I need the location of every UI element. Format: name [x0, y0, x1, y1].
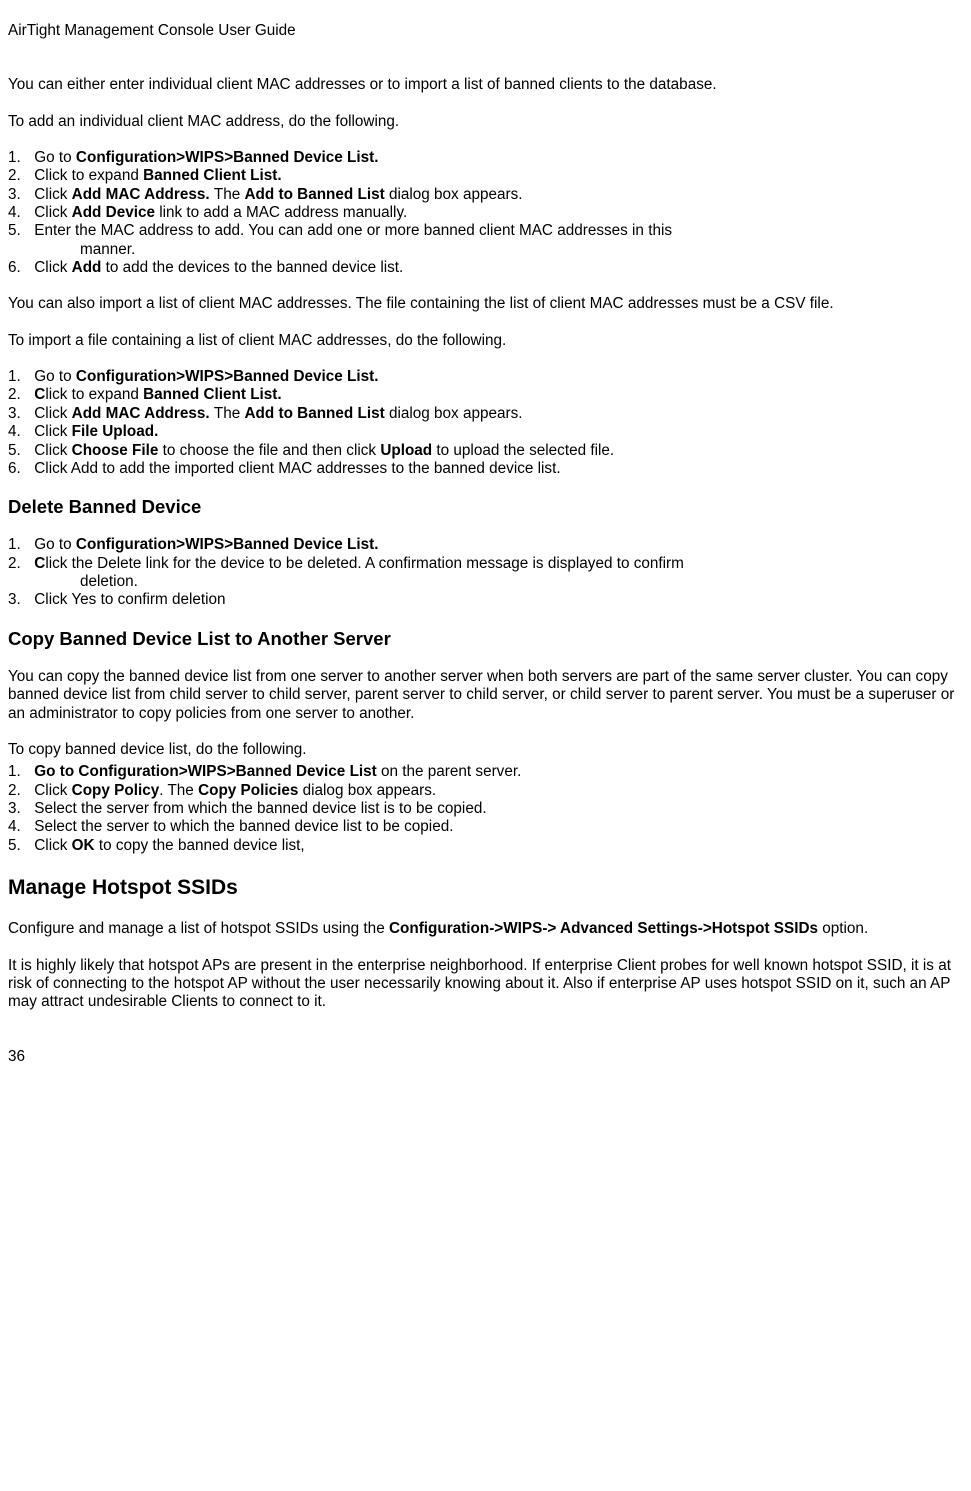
- bold-text: Copy Policy: [72, 782, 160, 799]
- bold-text: Configuration>WIPS>Banned Device List.: [76, 368, 379, 385]
- list-item: 1. Go to Configuration>WIPS>Banned Devic…: [8, 368, 963, 386]
- text: manner.: [44, 241, 963, 259]
- heading-copy-banned-device-list: Copy Banned Device List to Another Serve…: [8, 628, 963, 650]
- bold-text: Add MAC Address.: [72, 186, 214, 203]
- text: Go to: [34, 149, 76, 166]
- text: Click: [34, 204, 71, 221]
- paragraph: Configure and manage a list of hotspot S…: [8, 920, 963, 938]
- bold-text: Add to Banned List: [244, 186, 388, 203]
- bold-text: Configuration>WIPS>Banned Device List.: [76, 149, 379, 166]
- list-item: 5. Click Choose File to choose the file …: [8, 442, 963, 460]
- list-item: 2. Click to expand Banned Client List.: [8, 167, 963, 185]
- list-item: 1. Go to Configuration>WIPS>Banned Devic…: [8, 536, 963, 554]
- bold-text: File Upload.: [72, 423, 159, 440]
- text: dialog box appears.: [303, 782, 437, 799]
- bold-text: C: [34, 555, 45, 572]
- list-item: 1. Go to Configuration>WIPS>Banned Devic…: [8, 149, 963, 167]
- list-item: 4. Select the server to which the banned…: [8, 818, 963, 836]
- paragraph: You can also import a list of client MAC…: [8, 295, 963, 313]
- bold-text: Upload: [380, 442, 436, 459]
- bold-text: OK: [72, 837, 99, 854]
- text: Click Yes to confirm deletion: [34, 591, 225, 608]
- ordered-list: 1. Go to Configuration>WIPS>Banned Devic…: [8, 149, 963, 277]
- list-item: 4. Click Add Device link to add a MAC ad…: [8, 204, 963, 222]
- text: to copy the banned device list,: [99, 837, 305, 854]
- list-item: 3. Click Add MAC Address. The Add to Ban…: [8, 186, 963, 204]
- paragraph: To copy banned device list, do the follo…: [8, 741, 963, 759]
- text: Select the server from which the banned …: [34, 800, 486, 817]
- text: to choose the file and then click: [163, 442, 381, 459]
- text: dialog box appears.: [389, 405, 523, 422]
- bold-text: Add Device: [72, 204, 160, 221]
- bold-text: Add: [72, 259, 106, 276]
- list-item: 2. Click Copy Policy. The Copy Policies …: [8, 782, 963, 800]
- text: The: [214, 186, 245, 203]
- bold-text: Go to Configuration>WIPS>Banned Device L…: [34, 763, 381, 780]
- text: on the parent server.: [381, 763, 521, 780]
- bold-text: Configuration->WIPS-> Advanced Settings-…: [389, 920, 822, 937]
- text: . The: [159, 782, 198, 799]
- text: Click: [34, 423, 71, 440]
- ordered-list: 1. Go to Configuration>WIPS>Banned Devic…: [8, 536, 963, 609]
- bold-text: Add to Banned List: [244, 405, 388, 422]
- text: lick to expand: [45, 386, 143, 403]
- text: Select the server to which the banned de…: [34, 818, 453, 835]
- paragraph: You can either enter individual client M…: [8, 76, 963, 94]
- ordered-list: 1. Go to Configuration>WIPS>Banned Devic…: [8, 368, 963, 478]
- text: The: [214, 405, 245, 422]
- bold-text: C: [34, 386, 45, 403]
- paragraph: To import a file containing a list of cl…: [8, 332, 963, 350]
- page-number: 36: [8, 1048, 963, 1066]
- bold-text: Banned Client List.: [143, 167, 282, 184]
- text: deletion.: [44, 573, 963, 591]
- text: Click: [34, 442, 71, 459]
- heading-delete-banned-device: Delete Banned Device: [8, 496, 963, 518]
- text: Click: [34, 186, 71, 203]
- bold-text: Copy Policies: [198, 782, 303, 799]
- list-item: 6. Click Add to add the devices to the b…: [8, 259, 963, 277]
- paragraph: To add an individual client MAC address,…: [8, 113, 963, 131]
- text: to add the devices to the banned device …: [106, 259, 404, 276]
- bold-text: Configuration>WIPS>Banned Device List.: [76, 536, 379, 553]
- list-item: 3. Click Yes to confirm deletion: [8, 591, 963, 609]
- text: link to add a MAC address manually.: [159, 204, 407, 221]
- text: Click Add to add the imported client MAC…: [34, 460, 560, 477]
- text: lick the Delete link for the device to b…: [45, 555, 684, 572]
- bold-text: Choose File: [72, 442, 163, 459]
- text: Click to expand: [34, 167, 143, 184]
- text: Click: [34, 837, 71, 854]
- list-item: 1. Go to Configuration>WIPS>Banned Devic…: [8, 763, 963, 781]
- heading-manage-hotspot-ssids: Manage Hotspot SSIDs: [8, 875, 963, 900]
- text: Go to: [34, 536, 76, 553]
- text: to upload the selected file.: [436, 442, 614, 459]
- list-item: 2. Click to expand Banned Client List.: [8, 386, 963, 404]
- text: Click: [34, 782, 71, 799]
- paragraph: It is highly likely that hotspot APs are…: [8, 957, 963, 1012]
- bold-text: Banned Client List.: [143, 386, 282, 403]
- paragraph: You can copy the banned device list from…: [8, 668, 963, 723]
- list-item: 5. Enter the MAC address to add. You can…: [8, 222, 963, 259]
- text: Enter the MAC address to add. You can ad…: [34, 222, 672, 239]
- text: option.: [822, 920, 868, 937]
- ordered-list: 1. Go to Configuration>WIPS>Banned Devic…: [8, 763, 963, 855]
- text: Go to: [34, 368, 76, 385]
- list-item: 2. Click the Delete link for the device …: [8, 555, 963, 592]
- text: Configure and manage a list of hotspot S…: [8, 920, 389, 937]
- text: Click: [34, 259, 71, 276]
- list-item: 3. Click Add MAC Address. The Add to Ban…: [8, 405, 963, 423]
- text: dialog box appears.: [389, 186, 523, 203]
- list-item: 6. Click Add to add the imported client …: [8, 460, 963, 478]
- bold-text: Add MAC Address.: [72, 405, 214, 422]
- list-item: 4. Click File Upload.: [8, 423, 963, 441]
- text: Click: [34, 405, 71, 422]
- doc-header: AirTight Management Console User Guide: [8, 22, 963, 40]
- list-item: 3. Select the server from which the bann…: [8, 800, 963, 818]
- list-item: 5. Click OK to copy the banned device li…: [8, 837, 963, 855]
